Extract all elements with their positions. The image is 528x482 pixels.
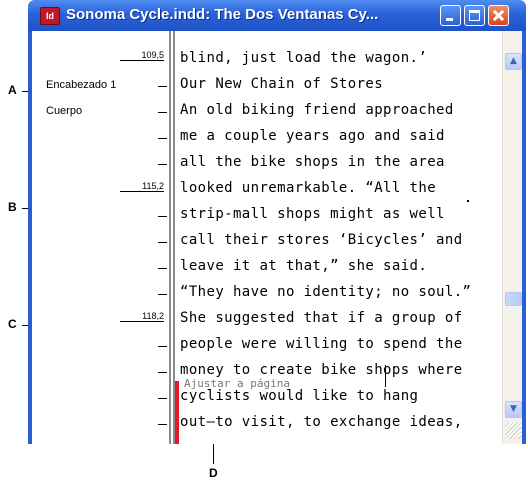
depth-tick — [158, 138, 167, 139]
maximize-button[interactable] — [464, 5, 485, 26]
depth-tick — [158, 372, 167, 373]
maximize-icon — [469, 10, 480, 21]
depth-ruler-mark: 109,5 — [120, 51, 164, 61]
depth-tick — [158, 268, 167, 269]
callout-d: D — [209, 466, 218, 480]
story-line: She suggested that if a group of — [180, 310, 463, 326]
resize-grip[interactable] — [505, 423, 521, 439]
window-title: Sonoma Cycle.indd: The Dos Ventanas Cy..… — [66, 6, 379, 23]
depth-tick — [158, 398, 167, 399]
scroll-down-button[interactable]: ▼ — [505, 401, 522, 418]
depth-tick — [158, 86, 167, 87]
style-name-body: Cuerpo — [46, 105, 83, 117]
story-line: all the bike shops in the area — [180, 154, 445, 170]
style-column-divider[interactable] — [169, 31, 171, 444]
story-editor-window: Id Sonoma Cycle.indd: The Dos Ventanas C… — [28, 0, 526, 444]
overset-label: Ajustar a página — [184, 377, 290, 390]
close-button[interactable] — [488, 5, 509, 26]
style-name-heading: Encabezado 1 — [46, 79, 117, 91]
chevron-up-icon: ▲ — [510, 56, 517, 66]
story-line: Our New Chain of Stores — [180, 76, 384, 92]
story-line: out—to visit, to exchange ideas, — [180, 414, 463, 430]
story-line: people were willing to spend the — [180, 336, 463, 352]
story-line: An old biking friend approached — [180, 102, 454, 118]
story-line: “They have no identity; no soul.” — [180, 284, 472, 300]
minimize-button[interactable] — [440, 5, 461, 26]
story-line: blind, just load the wagon.’ — [180, 50, 428, 66]
story-line: leave it at that,” she said. — [180, 258, 428, 274]
minimize-icon — [446, 18, 453, 21]
callout-a: A — [8, 83, 17, 97]
depth-tick — [158, 216, 167, 217]
overset-text-marker — [175, 381, 179, 444]
vertical-scrollbar[interactable]: ▲ ▼ — [502, 31, 522, 444]
depth-ruler-mark: 115,2 — [120, 182, 164, 192]
depth-tick — [158, 294, 167, 295]
depth-tick — [158, 242, 167, 243]
story-editor-client: Encabezado 1 Cuerpo 109,5 115,2 118,2 bl… — [32, 31, 522, 444]
depth-tick — [158, 346, 167, 347]
story-line: strip-mall shops might as well — [180, 206, 445, 222]
title-bar[interactable]: Id Sonoma Cycle.indd: The Dos Ventanas C… — [28, 0, 526, 31]
scroll-thumb[interactable] — [505, 292, 522, 306]
stray-dot — [467, 200, 469, 202]
style-name-column: Encabezado 1 Cuerpo 109,5 115,2 118,2 — [32, 31, 179, 444]
callout-c: C — [8, 317, 17, 331]
story-line: cyclists would like to hang — [180, 388, 419, 404]
story-line: call their stores ‘Bicycles’ and — [180, 232, 463, 248]
scroll-up-button[interactable]: ▲ — [505, 53, 522, 70]
story-line: money to create bike shops where — [180, 362, 463, 378]
depth-tick — [158, 424, 167, 425]
story-text-area[interactable]: blind, just load the wagon.’ Our New Cha… — [180, 31, 495, 444]
story-line: looked unremarkable. “All the — [180, 180, 437, 196]
text-cursor — [385, 365, 386, 387]
callout-b: B — [8, 200, 17, 214]
chevron-down-icon: ▼ — [510, 404, 517, 414]
depth-ruler-mark: 118,2 — [120, 312, 164, 322]
close-icon — [489, 6, 508, 25]
depth-tick — [158, 112, 167, 113]
story-line: me a couple years ago and said — [180, 128, 445, 144]
depth-tick — [158, 164, 167, 165]
indesign-app-icon: Id — [40, 7, 60, 25]
